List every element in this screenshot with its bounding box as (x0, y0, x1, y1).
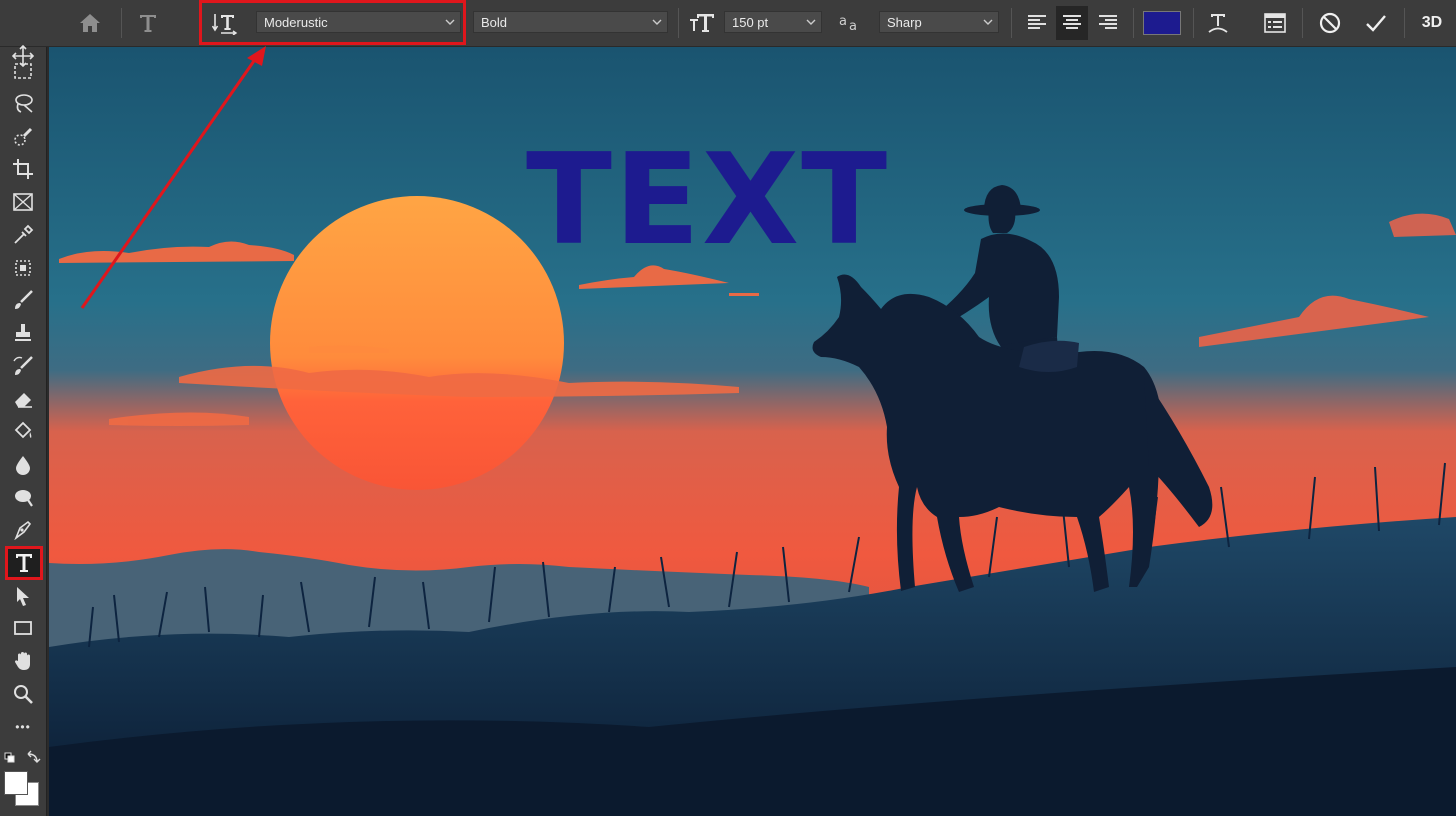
eraser-icon[interactable] (8, 385, 38, 413)
home-icon[interactable] (72, 0, 108, 46)
font-size-value: 150 pt (732, 14, 769, 30)
character-panel-icon[interactable] (1259, 0, 1291, 46)
dodge-icon[interactable] (8, 483, 38, 511)
align-center-icon[interactable] (1056, 6, 1088, 40)
svg-text:a: a (849, 19, 857, 33)
brush-icon[interactable] (8, 286, 38, 314)
rectangle-icon[interactable] (8, 614, 38, 642)
foreground-color-swatch[interactable] (4, 771, 28, 795)
type-icon[interactable] (5, 546, 43, 580)
paint-bucket-icon[interactable] (8, 417, 38, 445)
chevron-down-icon (801, 12, 821, 32)
divider (1404, 8, 1405, 38)
cancel-icon[interactable] (1314, 0, 1346, 46)
antialias-dropdown[interactable]: Sharp (879, 11, 999, 33)
font-family-dropdown[interactable]: Moderustic (256, 11, 461, 33)
pen-icon[interactable] (8, 515, 38, 543)
antialias-icon: aa (834, 0, 866, 46)
antialias-value: Sharp (887, 14, 922, 30)
marquee-icon[interactable] (8, 57, 38, 85)
divider (678, 8, 679, 38)
text-color-swatch[interactable] (1143, 11, 1181, 35)
eyedropper-icon[interactable] (8, 221, 38, 249)
align-right-icon[interactable] (1093, 0, 1123, 46)
hand-icon[interactable] (8, 647, 38, 675)
document-canvas[interactable]: TEXT (49, 47, 1456, 816)
chevron-down-icon (440, 12, 460, 32)
warp-text-icon[interactable] (1202, 0, 1234, 46)
stamp-icon[interactable] (8, 319, 38, 347)
divider (1302, 8, 1303, 38)
divider (121, 8, 122, 38)
font-size-icon (686, 0, 718, 46)
text-orientation-icon[interactable] (208, 0, 242, 46)
divider (1011, 8, 1012, 38)
font-family-value: Moderustic (264, 14, 328, 30)
3d-button[interactable]: 3D (1414, 0, 1450, 46)
color-swap-controls[interactable] (4, 749, 44, 767)
font-style-value: Bold (481, 14, 508, 30)
lasso-icon[interactable] (8, 89, 38, 117)
zoom-icon[interactable] (8, 680, 38, 708)
svg-text:a: a (839, 14, 847, 29)
divider (1193, 8, 1194, 38)
crop-icon[interactable] (8, 155, 38, 183)
quick-select-icon[interactable] (8, 123, 38, 151)
commit-icon[interactable] (1360, 0, 1392, 46)
align-left-icon[interactable] (1022, 0, 1052, 46)
font-size-dropdown[interactable]: 150 pt (724, 11, 822, 33)
more-tools-icon[interactable]: ••• (8, 713, 38, 741)
frame-icon[interactable] (8, 188, 38, 216)
sun (270, 196, 564, 490)
tools-panel: ••• (0, 45, 47, 816)
chevron-down-icon (647, 12, 667, 32)
canvas-text-layer[interactable]: TEXT (526, 135, 888, 265)
spot-heal-icon[interactable] (8, 254, 38, 282)
chevron-down-icon (978, 12, 998, 32)
options-bar: Moderustic Bold 150 pt aa Sharp 3D (0, 0, 1456, 47)
path-select-icon[interactable] (8, 582, 38, 610)
font-style-dropdown[interactable]: Bold (473, 11, 668, 33)
type-tool-preset-icon[interactable] (132, 0, 164, 46)
blur-icon[interactable] (8, 451, 38, 479)
history-brush-icon[interactable] (8, 352, 38, 380)
divider (1133, 8, 1134, 38)
